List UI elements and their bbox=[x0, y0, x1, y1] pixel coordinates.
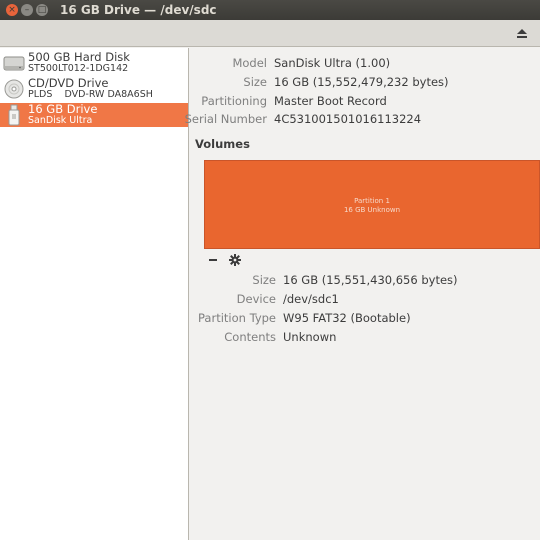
volume-device-label: Device bbox=[236, 292, 276, 306]
serial-label: Serial Number bbox=[184, 112, 267, 126]
drive-partitioning-row: Partitioning Master Boot Record bbox=[190, 94, 540, 112]
toolbar bbox=[0, 20, 540, 47]
device-subtitle: PLDS DVD-RW DA8A6SH bbox=[28, 89, 153, 100]
volume-size-value: 16 GB (15,551,430,656 bytes) bbox=[283, 273, 458, 287]
title-bar: × – □ 16 GB Drive — /dev/sdc bbox=[0, 0, 540, 20]
contents-label: Contents bbox=[224, 330, 276, 344]
volumes-heading: Volumes bbox=[195, 137, 250, 151]
maximize-window-button[interactable]: □ bbox=[36, 4, 48, 16]
device-sidebar: 500 GB Hard Disk ST500LT012-1DG142 CD/DV… bbox=[0, 48, 189, 540]
partition-title: Partition 1 bbox=[354, 197, 390, 205]
minimize-window-button[interactable]: – bbox=[21, 4, 33, 16]
minus-icon bbox=[209, 259, 217, 261]
drive-details-panel: Model SanDisk Ultra (1.00) Size 16 GB (1… bbox=[185, 48, 540, 540]
delete-partition-button[interactable] bbox=[208, 253, 218, 267]
partitioning-label: Partitioning bbox=[201, 94, 267, 108]
drive-model-row: Model SanDisk Ultra (1.00) bbox=[190, 56, 540, 74]
eject-button[interactable] bbox=[510, 23, 534, 44]
hard-disk-icon bbox=[3, 52, 25, 74]
drive-size-row: Size 16 GB (15,552,479,232 bytes) bbox=[190, 75, 540, 93]
volume-device-value: /dev/sdc1 bbox=[283, 292, 339, 306]
volume-device-row: Device /dev/sdc1 bbox=[190, 292, 540, 310]
gear-icon bbox=[229, 254, 241, 266]
volume-type-row: Partition Type W95 FAT32 (Bootable) bbox=[190, 311, 540, 329]
device-name: CD/DVD Drive bbox=[28, 76, 109, 90]
serial-value: 4C531001501016113224 bbox=[274, 112, 422, 126]
window-title: 16 GB Drive — /dev/sdc bbox=[60, 3, 217, 17]
size-value: 16 GB (15,552,479,232 bytes) bbox=[274, 75, 449, 89]
partition-type-label: Partition Type bbox=[198, 311, 276, 325]
device-item-usb-drive[interactable]: 16 GB Drive SanDisk Ultra bbox=[0, 103, 188, 127]
device-name: 16 GB Drive bbox=[28, 102, 98, 116]
usb-drive-icon bbox=[3, 104, 25, 126]
model-value: SanDisk Ultra (1.00) bbox=[274, 56, 391, 70]
close-window-button[interactable]: × bbox=[6, 4, 18, 16]
partition-options-button[interactable] bbox=[228, 253, 242, 267]
partition-type-value: W95 FAT32 (Bootable) bbox=[283, 311, 411, 325]
device-name: 500 GB Hard Disk bbox=[28, 50, 130, 64]
device-item-optical-drive[interactable]: CD/DVD Drive PLDS DVD-RW DA8A6SH bbox=[0, 77, 188, 101]
volume-contents-row: Contents Unknown bbox=[190, 330, 540, 348]
eject-icon bbox=[517, 29, 527, 38]
volume-toolbar bbox=[208, 253, 242, 267]
volume-size-row: Size 16 GB (15,551,430,656 bytes) bbox=[190, 273, 540, 291]
device-item-hard-disk[interactable]: 500 GB Hard Disk ST500LT012-1DG142 bbox=[0, 51, 188, 75]
partition-subtitle: 16 GB Unknown bbox=[343, 206, 401, 214]
size-label: Size bbox=[243, 75, 267, 89]
contents-value: Unknown bbox=[283, 330, 337, 344]
device-subtitle: SanDisk Ultra bbox=[28, 115, 93, 126]
window-controls: × – □ bbox=[6, 4, 48, 16]
device-subtitle: ST500LT012-1DG142 bbox=[28, 63, 129, 74]
volume-size-label: Size bbox=[252, 273, 276, 287]
optical-drive-icon bbox=[3, 78, 25, 100]
partitioning-value: Master Boot Record bbox=[274, 94, 387, 108]
partition-block[interactable]: Partition 1 16 GB Unknown bbox=[204, 160, 540, 249]
model-label: Model bbox=[232, 56, 267, 70]
drive-serial-row: Serial Number 4C531001501016113224 bbox=[185, 112, 540, 130]
